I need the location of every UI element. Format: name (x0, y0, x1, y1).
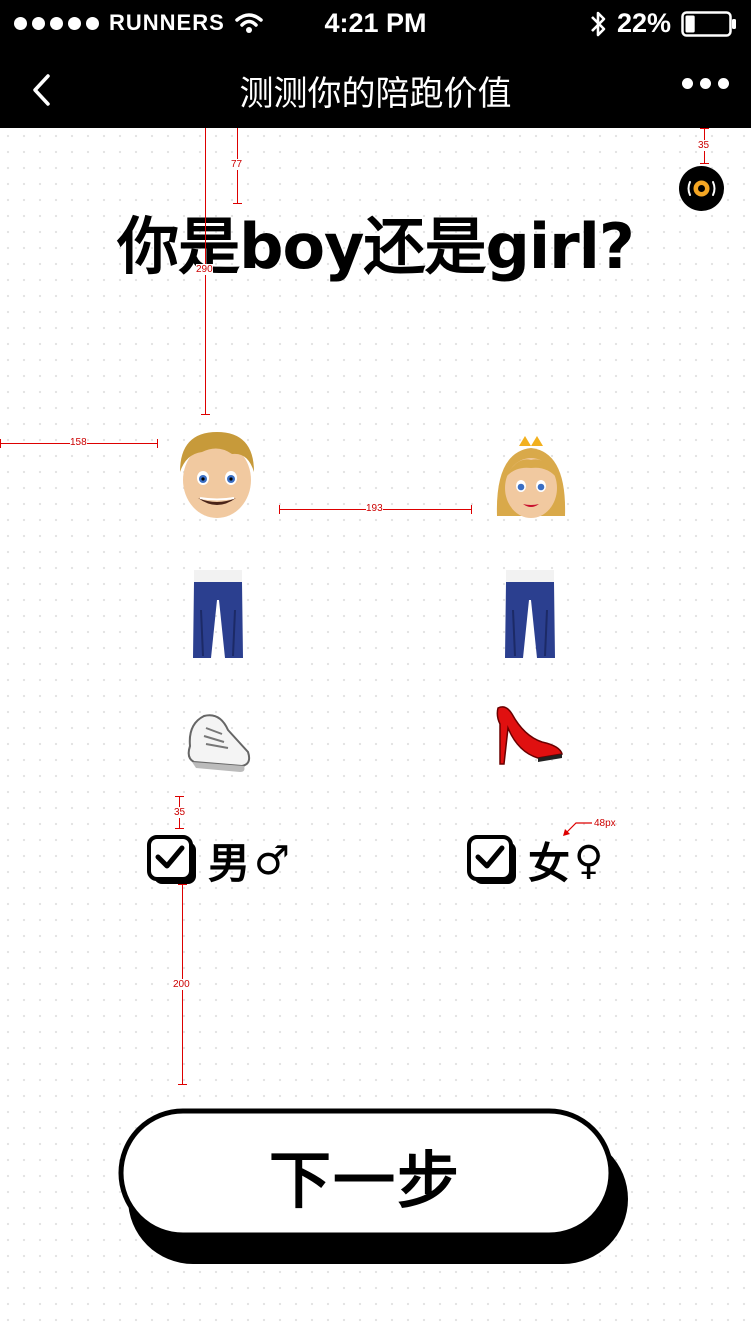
page-title: 测测你的陪跑价值 (239, 74, 512, 114)
boy-sneaker-icon (187, 714, 251, 772)
measure-label: 158 (70, 437, 87, 448)
nav-bar: 测测你的陪跑价值 (0, 50, 751, 128)
more-dot (682, 78, 693, 89)
measure-tick (471, 505, 472, 514)
measure-label: 193 (366, 503, 383, 514)
measure-tick (178, 1084, 187, 1085)
more-dot (718, 78, 729, 89)
battery-percent: 22% (616, 8, 671, 38)
checkbox-checked-icon[interactable] (466, 834, 520, 888)
measure-label: 77 (231, 159, 243, 170)
measure-tick (175, 828, 184, 829)
measure-label: 290 (196, 264, 213, 275)
girl-high-heel-icon (496, 706, 563, 765)
next-step-label: 下一步 (268, 1144, 461, 1217)
status-bar: RUNNERS 4:21 PM 22% (0, 0, 751, 50)
measure-tick (201, 414, 210, 415)
male-label: 男 (208, 839, 251, 888)
male-option[interactable]: 男 ♂ (146, 830, 290, 891)
status-right: 22% (589, 8, 737, 39)
measure-arrow (563, 822, 592, 836)
female-symbol-icon: ♀ (574, 837, 604, 884)
battery-icon (681, 10, 736, 37)
measure-tick (233, 203, 242, 204)
male-symbol-icon: ♂ (254, 837, 290, 884)
girl-face-icon (496, 436, 566, 518)
more-button[interactable] (682, 78, 729, 89)
measure-label: 200 (173, 979, 190, 990)
measure-label: 48px (594, 818, 616, 829)
measure-tick (178, 884, 187, 885)
measure-tick (0, 439, 1, 448)
measure-tick (157, 439, 158, 448)
measure-tick (700, 128, 709, 129)
measure-tick (279, 505, 280, 514)
question-heading: 你是boy还是girl? (117, 210, 635, 283)
measure-label: 35 (174, 807, 186, 818)
measure-tick (175, 796, 184, 797)
measure-label: 35 (698, 140, 710, 151)
next-step-button[interactable]: 下一步 (118, 1108, 630, 1268)
girl-jeans-icon (505, 570, 555, 658)
checkbox-checked-icon[interactable] (146, 834, 200, 888)
measure-tick (700, 163, 709, 164)
bluetooth-icon (591, 11, 606, 36)
more-dot (700, 78, 711, 89)
boy-jeans-icon (193, 570, 243, 658)
boy-face-icon (180, 432, 254, 518)
